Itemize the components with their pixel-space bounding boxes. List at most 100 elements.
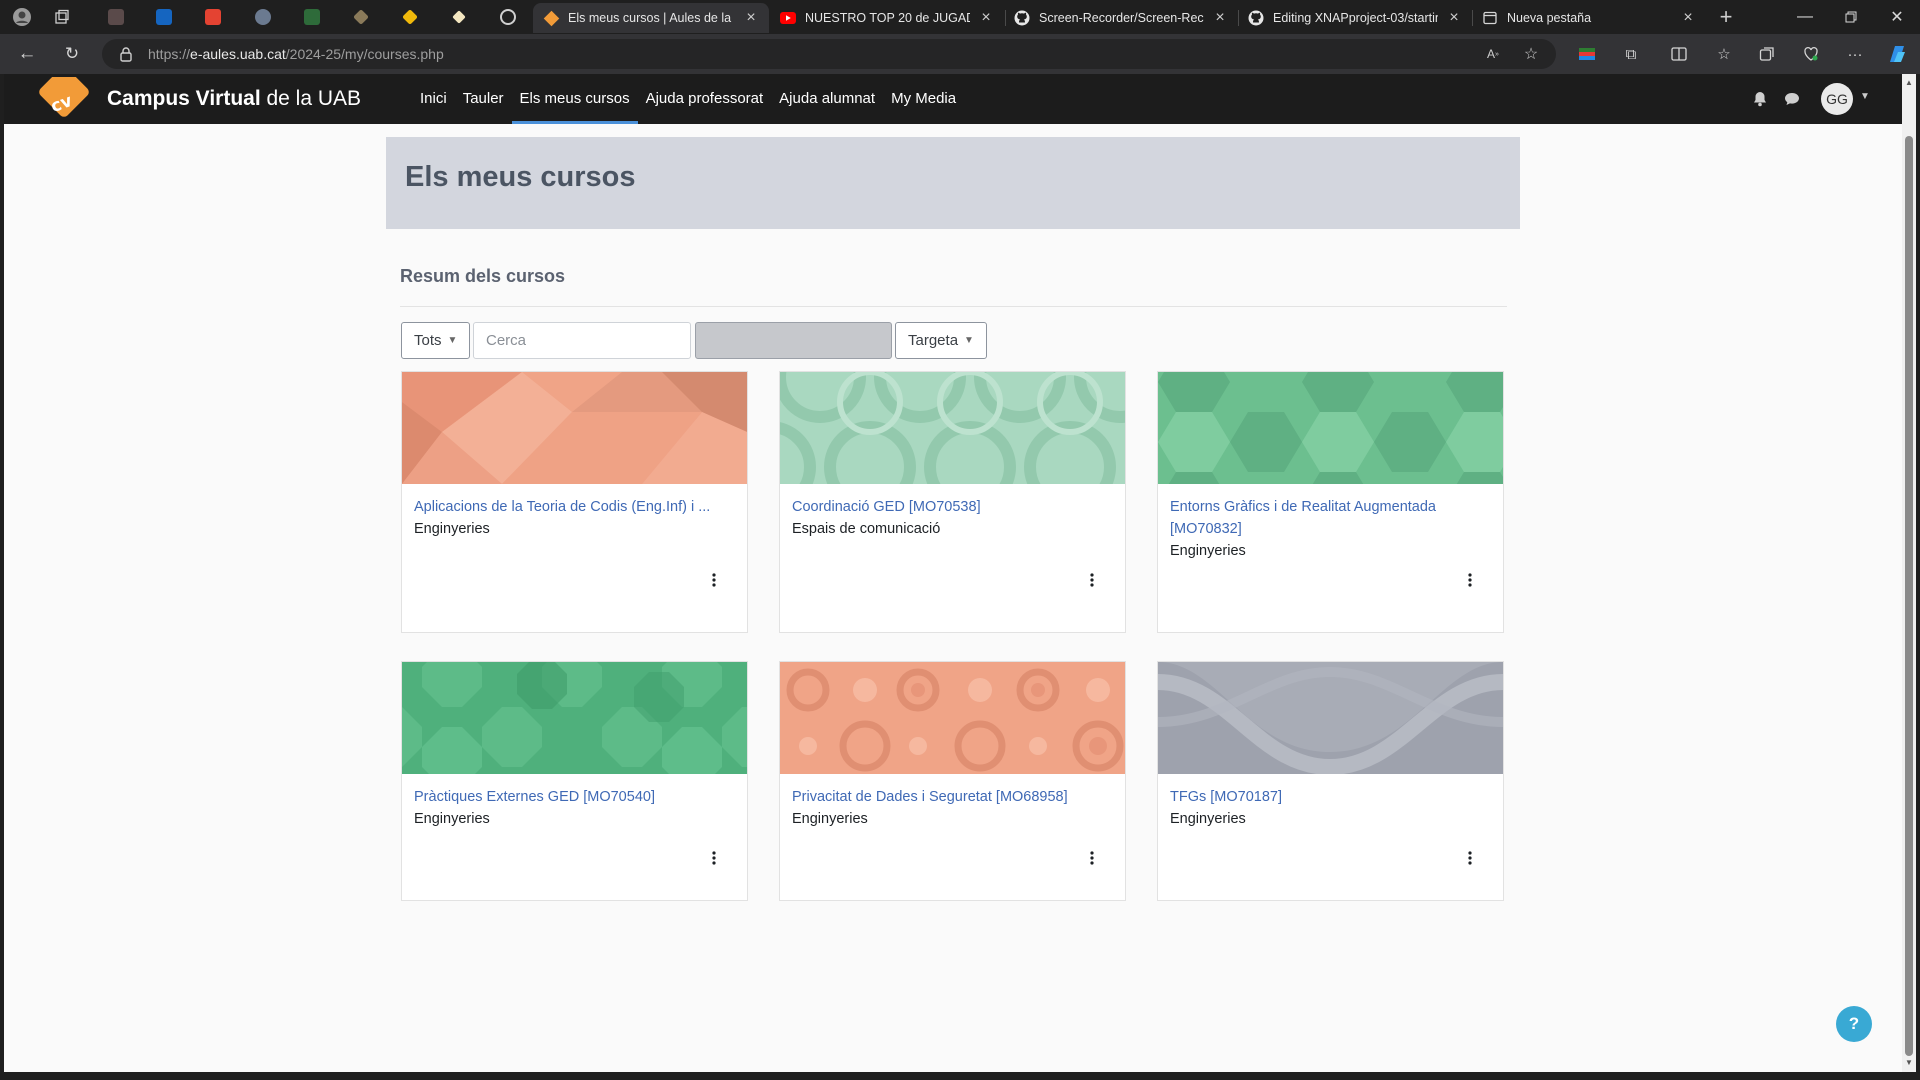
course-card-body: Aplicacions de la Teoria de Codis (Eng.I…	[402, 484, 747, 632]
course-title-link[interactable]: TFGs [MO70187]	[1170, 786, 1491, 808]
course-image[interactable]	[780, 372, 1125, 484]
reload-button[interactable]: ↻	[56, 40, 88, 68]
close-tab-icon[interactable]: ×	[1680, 9, 1696, 27]
scroll-down-icon[interactable]: ▼	[1904, 1058, 1914, 1068]
site-icon	[353, 9, 369, 25]
extensions-icon[interactable]: ⧉	[1618, 42, 1644, 66]
course-image[interactable]	[780, 662, 1125, 774]
course-actions-kebab-icon[interactable]	[1080, 568, 1104, 592]
course-card: Pràctiques Externes GED [MO70540] Enginy…	[401, 661, 748, 901]
course-actions-kebab-icon[interactable]	[702, 846, 726, 870]
close-window-button[interactable]: ✕	[1874, 0, 1920, 34]
scroll-up-icon[interactable]: ▲	[1904, 78, 1914, 88]
pinned-tab-8[interactable]	[439, 4, 479, 30]
course-search-input[interactable]	[473, 322, 691, 359]
pinned-tab-9[interactable]	[488, 4, 528, 30]
pinned-tab-5[interactable]	[292, 4, 332, 30]
tab-github-xnaproject[interactable]: Editing XNAPproject-03/starting ×	[1238, 3, 1472, 33]
site-icon	[255, 9, 271, 25]
messages-icon[interactable]	[1782, 89, 1802, 109]
course-actions-kebab-icon[interactable]	[702, 568, 726, 592]
grouping-filter-label: Tots	[414, 332, 442, 349]
tab-els-meus-cursos[interactable]: Els meus cursos | Aules de la UAB ×	[533, 3, 769, 33]
new-tab-button[interactable]: +	[1712, 4, 1740, 30]
course-card-body: Pràctiques Externes GED [MO70540] Enginy…	[402, 774, 747, 900]
tab-title: Screen-Recorder/Screen-Recorder	[1039, 11, 1204, 25]
url-path: /2024-25/my/courses.php	[285, 46, 444, 62]
lock-icon	[120, 47, 132, 62]
page-scrollbar[interactable]: ▲ ▼	[1902, 74, 1916, 1072]
page-header: Els meus cursos	[386, 137, 1520, 229]
pinned-tab-3[interactable]	[193, 4, 233, 30]
user-menu-chevron-down-icon[interactable]: ▼	[1860, 91, 1870, 102]
course-title-link[interactable]: Pràctiques Externes GED [MO70540]	[414, 786, 735, 808]
site-icon	[452, 10, 466, 24]
close-tab-icon[interactable]: ×	[978, 9, 994, 27]
tab-new-tab[interactable]: Nueva pestaña ×	[1472, 3, 1706, 33]
extension-flag-icon[interactable]	[1574, 42, 1600, 66]
address-bar[interactable]: https://e-aules.uab.cat/2024-25/my/cours…	[102, 39, 1556, 69]
back-button[interactable]: ←	[11, 40, 43, 68]
pinned-tab-6[interactable]	[341, 4, 381, 30]
display-mode-dropdown[interactable]: Targeta ▼	[895, 322, 987, 359]
collections-icon[interactable]	[1754, 42, 1780, 66]
more-options-icon[interactable]: ···	[1842, 42, 1868, 66]
profile-icon[interactable]	[8, 4, 36, 30]
split-screen-icon[interactable]	[1666, 42, 1692, 66]
favorites-icon[interactable]: ☆	[1711, 42, 1737, 66]
course-image[interactable]	[1158, 662, 1503, 774]
nav-ajuda-alumnat[interactable]: Ajuda alumnat	[771, 74, 883, 124]
read-aloud-icon[interactable]: A»	[1482, 44, 1504, 64]
course-title-link[interactable]: Privacitat de Dades i Seguretat [MO68958…	[792, 786, 1113, 808]
url-text[interactable]: https://e-aules.uab.cat/2024-25/my/cours…	[148, 46, 444, 62]
course-title-link[interactable]: Coordinació GED [MO70538]	[792, 496, 1113, 518]
course-actions-kebab-icon[interactable]	[1458, 568, 1482, 592]
campus-virtual-icon	[543, 10, 559, 26]
restore-button[interactable]	[1828, 0, 1874, 34]
restore-icon	[1845, 11, 1857, 23]
course-image[interactable]	[402, 372, 747, 484]
nav-ajuda-professorat[interactable]: Ajuda professorat	[638, 74, 772, 124]
pinned-tab-4[interactable]	[243, 4, 283, 30]
course-title-link[interactable]: Aplicacions de la Teoria de Codis (Eng.I…	[414, 496, 735, 518]
copilot-icon[interactable]	[1884, 42, 1910, 66]
site-brand[interactable]: Campus Virtual de la UAB	[107, 87, 361, 111]
github-icon	[1248, 10, 1264, 26]
nav-els-meus-cursos[interactable]: Els meus cursos	[511, 74, 638, 124]
sort-dropdown[interactable]	[695, 322, 892, 359]
course-actions-kebab-icon[interactable]	[1080, 846, 1104, 870]
grouping-filter-dropdown[interactable]: Tots ▼	[401, 322, 471, 359]
help-button[interactable]: ?	[1836, 1006, 1872, 1042]
course-image[interactable]	[402, 662, 747, 774]
section-title: Resum dels cursos	[400, 266, 566, 286]
page-viewport: cv Campus Virtual de la UAB Inici Tauler…	[4, 74, 1902, 1072]
browser-essentials-icon[interactable]	[1798, 42, 1824, 66]
campus-virtual-logo[interactable]: cv	[26, 77, 100, 125]
page-title: Els meus cursos	[405, 161, 636, 193]
pinned-tab-1[interactable]	[96, 4, 136, 30]
close-tab-icon[interactable]: ×	[1212, 9, 1228, 27]
workspaces-icon[interactable]	[48, 4, 76, 30]
course-actions-kebab-icon[interactable]	[1458, 846, 1482, 870]
course-image[interactable]	[1158, 372, 1503, 484]
notifications-bell-icon[interactable]	[1750, 89, 1770, 109]
tab-youtube[interactable]: NUESTRO TOP 20 de JUGADORES ×	[770, 3, 1004, 33]
nav-inici[interactable]: Inici	[412, 74, 455, 124]
close-tab-icon[interactable]: ×	[1446, 9, 1462, 27]
close-tab-icon[interactable]: ×	[743, 9, 759, 27]
course-title-link[interactable]: Entorns Gràfics i de Realitat Augmentada…	[1170, 496, 1491, 540]
minimize-button[interactable]: —	[1782, 0, 1828, 34]
favorite-star-icon[interactable]: ☆	[1520, 44, 1542, 64]
pinned-tab-7[interactable]	[390, 4, 430, 30]
scrollbar-thumb[interactable]	[1905, 136, 1913, 1056]
user-avatar[interactable]: GG	[1821, 83, 1853, 115]
github-icon	[1014, 10, 1030, 26]
nav-my-media[interactable]: My Media	[883, 74, 964, 124]
course-card-body: Entorns Gràfics i de Realitat Augmentada…	[1158, 484, 1503, 632]
pinned-tab-2[interactable]	[144, 4, 184, 30]
browser-toolbar: ← ↻ https://e-aules.uab.cat/2024-25/my/c…	[0, 34, 1920, 74]
course-card: Privacitat de Dades i Seguretat [MO68958…	[779, 661, 1126, 901]
outlook-icon	[156, 9, 172, 25]
nav-tauler[interactable]: Tauler	[455, 74, 512, 124]
tab-github-screen-recorder[interactable]: Screen-Recorder/Screen-Recorder ×	[1004, 3, 1238, 33]
